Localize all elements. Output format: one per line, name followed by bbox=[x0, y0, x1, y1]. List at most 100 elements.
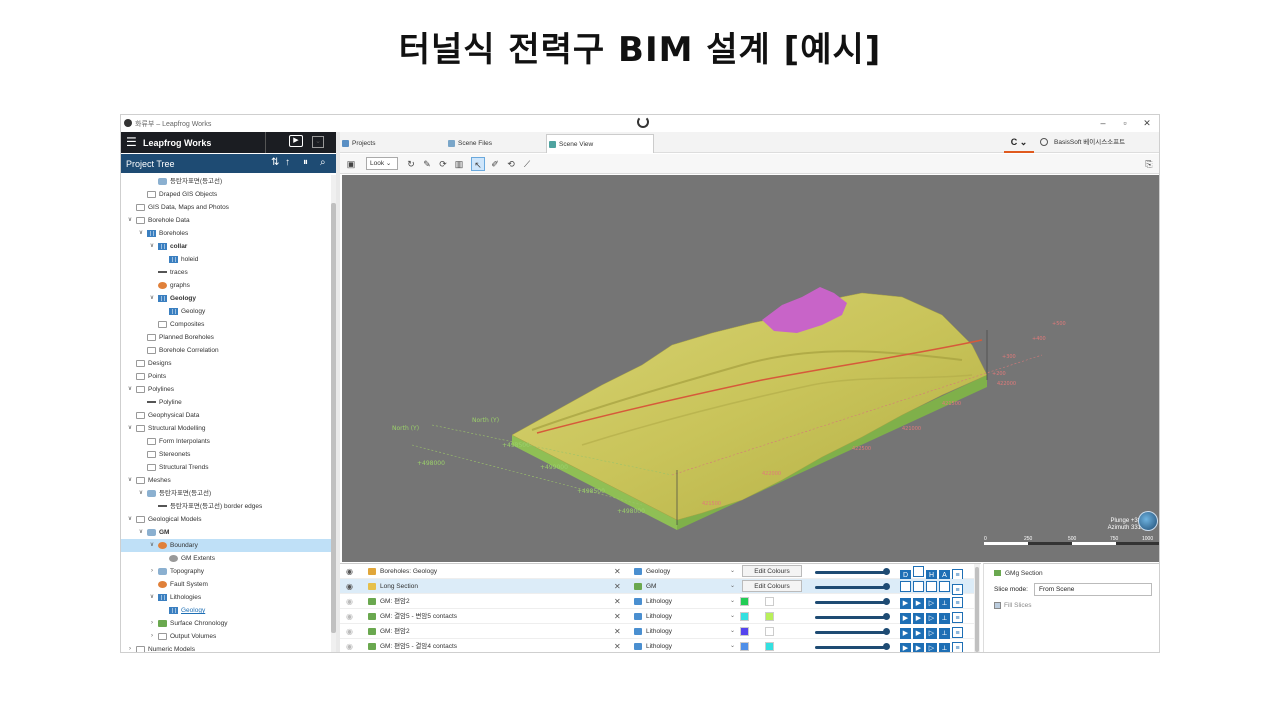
color-swatch[interactable] bbox=[765, 627, 774, 636]
user-account[interactable]: BasisSoft 베이시스소프트 bbox=[1040, 134, 1125, 151]
chevron-icon[interactable]: ∨ bbox=[126, 513, 134, 526]
tab-projects[interactable]: Projects bbox=[340, 134, 460, 153]
action-icon[interactable] bbox=[926, 581, 937, 592]
slider-handle[interactable] bbox=[883, 643, 890, 650]
tree-item[interactable]: › Topography bbox=[121, 565, 331, 578]
tree-item[interactable]: Polyline bbox=[121, 396, 331, 409]
close-button[interactable]: ✕ bbox=[1140, 117, 1154, 129]
tree-item[interactable]: GIS Data, Maps and Photos bbox=[121, 201, 331, 214]
minimize-button[interactable]: – bbox=[1096, 117, 1110, 129]
refresh-icon[interactable]: ⟳ bbox=[436, 157, 450, 171]
table-row[interactable]: ◉ GM: 편암5 - 결암4 contacts ✕ Lithology ⌄ ▶ ▶ ▷ ⟂ ≡ bbox=[340, 639, 974, 652]
remove-icon[interactable]: ✕ bbox=[614, 579, 621, 594]
remove-icon[interactable]: ✕ bbox=[614, 564, 621, 579]
sort-icon[interactable]: ⇅ bbox=[271, 157, 279, 168]
slice-mode-select[interactable]: From Scene bbox=[1034, 583, 1152, 596]
color-swatch[interactable] bbox=[740, 642, 749, 651]
opacity-slider[interactable] bbox=[815, 601, 885, 604]
action-icon[interactable] bbox=[913, 581, 924, 592]
action-icon[interactable]: ⟂ bbox=[939, 643, 950, 652]
chevron-icon[interactable]: › bbox=[126, 643, 134, 652]
action-icon[interactable]: ▶ bbox=[913, 628, 924, 639]
chevron-icon[interactable]: ∨ bbox=[126, 383, 134, 396]
tree-item[interactable]: ∨ Meshes bbox=[121, 474, 331, 487]
tree-item[interactable]: Planned Boreholes bbox=[121, 331, 331, 344]
chevron-icon[interactable]: ∨ bbox=[148, 240, 156, 253]
maximize-button[interactable]: ▫ bbox=[1118, 117, 1132, 129]
chevron-icon[interactable]: ∨ bbox=[148, 539, 156, 552]
tree-item[interactable]: ∨ Structural Modelling bbox=[121, 422, 331, 435]
pause-icon[interactable]: ⏸ bbox=[303, 157, 308, 168]
pencil-icon[interactable]: ✐ bbox=[488, 157, 502, 171]
tree-item[interactable]: ∨ Lithologies bbox=[121, 591, 331, 604]
chevron-icon[interactable]: › bbox=[148, 630, 156, 643]
tree-item[interactable]: Composites bbox=[121, 318, 331, 331]
color-swatch[interactable] bbox=[765, 612, 774, 621]
chevron-down-icon[interactable]: ⌄ bbox=[730, 624, 735, 639]
fill-slices-checkbox[interactable]: Fill Slices bbox=[994, 602, 1031, 609]
action-icon[interactable]: ⟂ bbox=[939, 613, 950, 624]
tree-item[interactable]: 등탄자표면(등고선) border edges bbox=[121, 500, 331, 513]
remove-icon[interactable]: ✕ bbox=[614, 624, 621, 639]
slider-handle[interactable] bbox=[883, 583, 890, 590]
action-icon[interactable]: ⟂ bbox=[939, 628, 950, 639]
edit-colours-button[interactable]: Edit Colours bbox=[742, 580, 802, 592]
remove-icon[interactable]: ✕ bbox=[614, 594, 621, 609]
table-row[interactable]: ◉ Long Section ✕ GM ⌄ Edit Colours ≡ bbox=[340, 579, 974, 595]
hamburger-menu-icon[interactable]: ☰ bbox=[126, 136, 137, 148]
tree-item[interactable]: Structural Trends bbox=[121, 461, 331, 474]
color-swatch[interactable] bbox=[740, 627, 749, 636]
ruler-icon[interactable]: ⟋ bbox=[520, 157, 534, 171]
action-icon[interactable]: ▷ bbox=[926, 643, 937, 652]
action-icon[interactable] bbox=[939, 581, 950, 592]
chevron-icon[interactable]: ∨ bbox=[137, 227, 145, 240]
rotate-icon[interactable]: ↻ bbox=[404, 157, 418, 171]
eye-icon[interactable]: ◉ bbox=[346, 624, 353, 639]
chevron-icon[interactable]: ∨ bbox=[126, 214, 134, 227]
property-select[interactable]: Lithology bbox=[646, 594, 672, 609]
color-swatch[interactable] bbox=[740, 597, 749, 606]
chevron-down-icon[interactable]: ⌄ bbox=[312, 136, 324, 148]
play-icon[interactable]: ▶ bbox=[289, 135, 303, 147]
scrollbar-thumb[interactable] bbox=[975, 567, 979, 652]
checkbox-icon[interactable] bbox=[994, 602, 1001, 609]
tree-item[interactable]: Designs bbox=[121, 357, 331, 370]
action-icon[interactable]: ▷ bbox=[926, 598, 937, 609]
chevron-icon[interactable]: ∨ bbox=[137, 487, 145, 500]
action-icon[interactable]: ▶ bbox=[900, 628, 911, 639]
color-swatch[interactable] bbox=[740, 612, 749, 621]
action-icon[interactable]: ▶ bbox=[913, 613, 924, 624]
action-icon[interactable]: ≡ bbox=[952, 597, 963, 608]
action-icon[interactable]: ▷ bbox=[926, 613, 937, 624]
move-icon[interactable]: ⟲ bbox=[504, 157, 518, 171]
slider-handle[interactable] bbox=[883, 613, 890, 620]
tab-scene-files[interactable]: Scene Files bbox=[446, 134, 546, 153]
chevron-icon[interactable]: ∨ bbox=[126, 474, 134, 487]
tree-item[interactable]: ∨ Boreholes bbox=[121, 227, 331, 240]
property-select[interactable]: GM bbox=[646, 579, 656, 594]
tab-scene-view[interactable]: Scene View bbox=[546, 134, 654, 153]
action-icon[interactable]: ≡ bbox=[952, 627, 963, 638]
property-select[interactable]: Geology bbox=[646, 564, 670, 579]
action-icon[interactable]: ▷ bbox=[926, 628, 937, 639]
chevron-icon[interactable]: ∨ bbox=[137, 526, 145, 539]
look-dropdown[interactable]: Look ⌄ bbox=[366, 157, 398, 170]
chevron-down-icon[interactable]: ⌄ bbox=[730, 639, 735, 652]
tree-item[interactable]: GM Extents bbox=[121, 552, 331, 565]
action-icon[interactable] bbox=[913, 566, 924, 577]
tree-item[interactable]: ∨ 등탄자표면(등고선) bbox=[121, 487, 331, 500]
camera-view-icon[interactable]: ▣ bbox=[344, 157, 358, 171]
tree-item[interactable]: › Output Volumes bbox=[121, 630, 331, 643]
eye-icon[interactable]: ◉ bbox=[346, 579, 353, 594]
tree-item[interactable]: Stereonets bbox=[121, 448, 331, 461]
tree-item[interactable]: holeid bbox=[121, 253, 331, 266]
tree-item[interactable]: Points bbox=[121, 370, 331, 383]
select-icon[interactable]: ↖ bbox=[471, 157, 485, 171]
remove-icon[interactable]: ✕ bbox=[614, 609, 621, 624]
tree-item[interactable]: ∨ Polylines bbox=[121, 383, 331, 396]
slice-icon[interactable]: ▥ bbox=[452, 157, 466, 171]
chevron-icon[interactable]: ∨ bbox=[148, 591, 156, 604]
tree-item[interactable]: Geology bbox=[121, 604, 331, 617]
chevron-down-icon[interactable]: ⌄ bbox=[730, 609, 735, 624]
tree-item[interactable]: 등탄자표면(등고선) bbox=[121, 175, 331, 188]
